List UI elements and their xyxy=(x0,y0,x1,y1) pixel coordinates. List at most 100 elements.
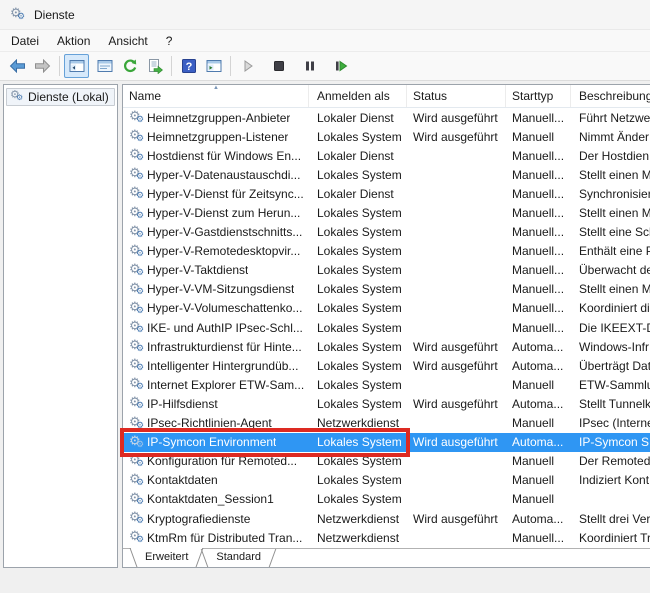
table-row[interactable]: ⚙⚙Heimnetzgruppen-AnbieterLokaler Dienst… xyxy=(123,108,650,127)
service-logon-cell: Lokales System xyxy=(309,223,407,242)
column-header-description[interactable]: Beschreibung xyxy=(571,85,650,107)
service-description-cell: Windows-Infr xyxy=(571,337,650,356)
stop-service-button[interactable] xyxy=(266,54,291,78)
table-row[interactable]: ⚙⚙Konfiguration für Remoted...Lokales Sy… xyxy=(123,452,650,471)
menu-datei[interactable]: Datei xyxy=(2,32,48,50)
service-name-cell: ⚙⚙Kryptografiedienste xyxy=(123,509,309,528)
table-row[interactable]: ⚙⚙Hyper-V-VM-SitzungsdienstLokales Syste… xyxy=(123,280,650,299)
service-gear-icon: ⚙⚙ xyxy=(129,129,145,144)
forward-button[interactable] xyxy=(30,54,55,78)
service-status-cell: Wird ausgeführt xyxy=(407,394,506,413)
service-gear-icon: ⚙⚙ xyxy=(129,377,145,392)
table-row[interactable]: ⚙⚙Internet Explorer ETW-Sam...Lokales Sy… xyxy=(123,375,650,394)
menu-aktion[interactable]: Aktion xyxy=(48,32,99,50)
service-startup-cell: Automa... xyxy=(506,509,571,528)
back-button[interactable] xyxy=(5,54,30,78)
table-row[interactable]: ⚙⚙Hyper-V-Dienst zum Herun...Lokales Sys… xyxy=(123,203,650,222)
column-header-logon[interactable]: Anmelden als xyxy=(309,85,407,107)
table-row[interactable]: ⚙⚙IKE- und AuthIP IPsec-Schl...Lokales S… xyxy=(123,318,650,337)
service-startup-cell: Manuell xyxy=(506,452,571,471)
service-startup-cell: Automa... xyxy=(506,356,571,375)
table-row[interactable]: ⚙⚙IPsec-Richtlinien-AgentNetzwerkdienstM… xyxy=(123,414,650,433)
column-header-status[interactable]: Status xyxy=(407,85,506,107)
services-list-panel: ▲ Name Anmelden als Status Starttyp Besc… xyxy=(122,84,650,568)
show-console-tree-button[interactable] xyxy=(64,54,89,78)
service-status-cell: Wird ausgeführt xyxy=(407,337,506,356)
tab-erweitert[interactable]: Erweitert xyxy=(131,548,202,567)
service-name-cell: ⚙⚙Kontaktdaten xyxy=(123,471,309,490)
service-logon-cell: Lokales System xyxy=(309,471,407,490)
service-status-cell: Wird ausgeführt xyxy=(407,127,506,146)
table-row[interactable]: ⚙⚙Hyper-V-Dienst für Zeitsync...Lokaler … xyxy=(123,184,650,203)
properties-button[interactable] xyxy=(92,54,117,78)
refresh-button[interactable] xyxy=(117,54,142,78)
help-icon: ? xyxy=(181,58,197,74)
service-name-cell: ⚙⚙Hyper-V-Gastdienstschnitts... xyxy=(123,223,309,242)
service-logon-cell: Netzwerkdienst xyxy=(309,509,407,528)
service-startup-cell: Manuell xyxy=(506,414,571,433)
table-row[interactable]: ⚙⚙Hyper-V-TaktdienstLokales SystemManuel… xyxy=(123,261,650,280)
table-row[interactable]: ⚙⚙Hyper-V-Remotedesktopvir...Lokales Sys… xyxy=(123,242,650,261)
service-startup-cell: Automa... xyxy=(506,337,571,356)
stop-service-icon xyxy=(272,59,286,73)
help-button[interactable]: ? xyxy=(176,54,201,78)
tree-item-label: Dienste (Lokal) xyxy=(28,90,109,104)
table-row[interactable]: ⚙⚙Hyper-V-Volumeschattenko...Lokales Sys… xyxy=(123,299,650,318)
service-name-cell: ⚙⚙Internet Explorer ETW-Sam... xyxy=(123,375,309,394)
refresh-icon xyxy=(122,58,138,74)
table-row[interactable]: ⚙⚙Hyper-V-Gastdienstschnitts...Lokales S… xyxy=(123,223,650,242)
service-startup-cell: Manuell... xyxy=(506,528,571,547)
table-row[interactable]: ⚙⚙KontaktdatenLokales SystemManuellIndiz… xyxy=(123,471,650,490)
show-action-pane-button[interactable] xyxy=(201,54,226,78)
start-service-button[interactable] xyxy=(235,54,260,78)
service-name-cell: ⚙⚙Infrastrukturdienst für Hinte... xyxy=(123,337,309,356)
svg-text:?: ? xyxy=(185,61,192,73)
service-description-cell: Nimmt Änder xyxy=(571,127,650,146)
service-description-cell: Stellt einen M xyxy=(571,165,650,184)
pause-service-button[interactable] xyxy=(297,54,322,78)
table-row[interactable]: ⚙⚙Hyper-V-Datenaustauschdi...Lokales Sys… xyxy=(123,165,650,184)
service-status-cell xyxy=(407,261,506,280)
menu-ansicht[interactable]: Ansicht xyxy=(99,32,156,50)
export-list-button[interactable] xyxy=(142,54,167,78)
services-node-icon: ⚙⚙ xyxy=(10,90,24,104)
table-row[interactable]: ⚙⚙IP-HilfsdienstLokales SystemWird ausge… xyxy=(123,394,650,413)
service-startup-cell: Manuell... xyxy=(506,223,571,242)
service-gear-icon: ⚙⚙ xyxy=(129,225,145,240)
service-status-cell: Wird ausgeführt xyxy=(407,509,506,528)
restart-service-button[interactable] xyxy=(328,54,353,78)
console-tree-panel: ⚙⚙ Dienste (Lokal) xyxy=(3,84,118,568)
service-startup-cell: Manuell... xyxy=(506,242,571,261)
service-description-cell xyxy=(571,490,650,509)
service-logon-cell: Lokales System xyxy=(309,299,407,318)
service-logon-cell: Lokaler Dienst xyxy=(309,108,407,127)
service-status-cell xyxy=(407,184,506,203)
service-status-cell xyxy=(407,146,506,165)
column-header-startup[interactable]: Starttyp xyxy=(506,85,571,107)
tree-item-dienste-lokal[interactable]: ⚙⚙ Dienste (Lokal) xyxy=(6,88,115,106)
table-row[interactable]: ⚙⚙Kontaktdaten_Session1Lokales SystemMan… xyxy=(123,490,650,509)
table-row[interactable]: ⚙⚙Hostdienst für Windows En...Lokaler Di… xyxy=(123,146,650,165)
show-action-pane-icon xyxy=(206,58,222,74)
menu-hilfe[interactable]: ? xyxy=(157,32,182,50)
toolbar-separator xyxy=(59,56,60,76)
table-row[interactable]: ⚙⚙KtmRm für Distributed Tran...Netzwerkd… xyxy=(123,528,650,547)
back-icon xyxy=(9,59,26,73)
service-status-cell xyxy=(407,318,506,337)
service-logon-cell: Lokaler Dienst xyxy=(309,184,407,203)
service-name-cell: ⚙⚙Hyper-V-Datenaustauschdi... xyxy=(123,165,309,184)
tab-standard[interactable]: Standard xyxy=(202,549,275,567)
service-name-cell: ⚙⚙KtmRm für Distributed Tran... xyxy=(123,528,309,547)
table-row[interactable]: ⚙⚙IP-Symcon EnvironmentLokales SystemWir… xyxy=(123,433,650,452)
service-gear-icon: ⚙⚙ xyxy=(129,339,145,354)
table-row[interactable]: ⚙⚙KryptografiediensteNetzwerkdienstWird … xyxy=(123,509,650,528)
table-row[interactable]: ⚙⚙Intelligenter Hintergrundüb...Lokales … xyxy=(123,356,650,375)
service-status-cell xyxy=(407,452,506,471)
service-gear-icon: ⚙⚙ xyxy=(129,358,145,373)
service-status-cell: Wird ausgeführt xyxy=(407,108,506,127)
table-row[interactable]: ⚙⚙Infrastrukturdienst für Hinte...Lokale… xyxy=(123,337,650,356)
service-name-cell: ⚙⚙Hostdienst für Windows En... xyxy=(123,146,309,165)
table-row[interactable]: ⚙⚙Heimnetzgruppen-ListenerLokales System… xyxy=(123,127,650,146)
start-service-icon xyxy=(241,59,255,73)
service-gear-icon: ⚙⚙ xyxy=(129,473,145,488)
